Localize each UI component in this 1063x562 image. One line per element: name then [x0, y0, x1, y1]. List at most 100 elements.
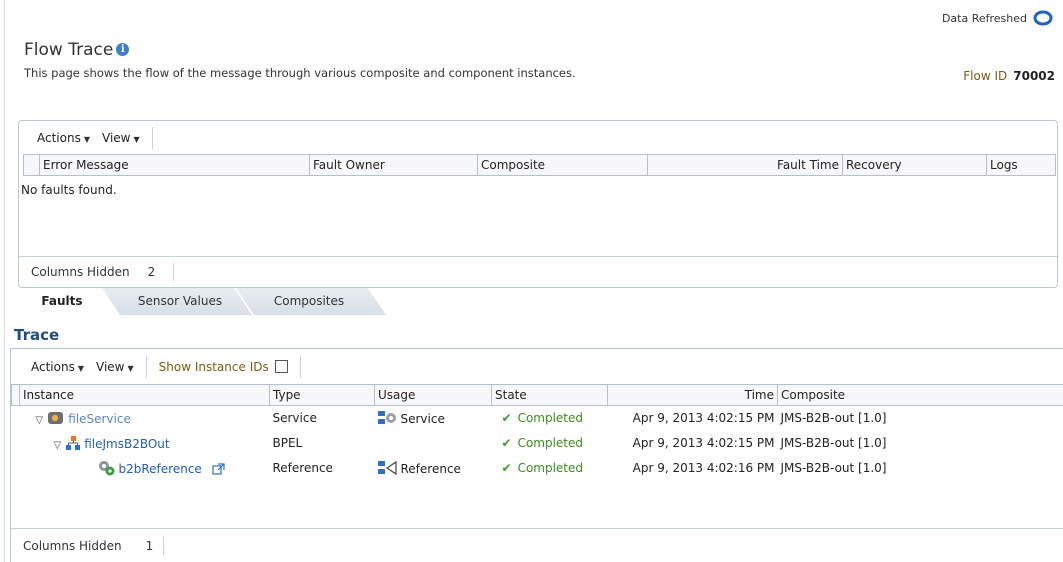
instance-link[interactable]: b2bReference	[119, 462, 202, 476]
instance-cell: ▽ fileJmsB2BOut	[20, 431, 270, 455]
columns-hidden-count[interactable]: 2	[148, 265, 156, 279]
reference-icon	[377, 460, 397, 476]
table-row[interactable]: ▽ fileJmsB2BOut BPEL ✔ Completed Apr 9, 20…	[12, 431, 1063, 455]
caret-down-icon: ▼	[127, 363, 134, 373]
caret-down-icon: ▼	[133, 134, 140, 144]
faults-view-label: View	[102, 130, 131, 145]
state-cell: ✔ Completed	[492, 431, 608, 455]
expand-triangle-icon[interactable]: ▽	[36, 415, 44, 426]
instance-cell: b2bReference	[20, 455, 270, 482]
toolbar-divider	[299, 355, 301, 378]
caret-down-icon: ▼	[83, 134, 90, 144]
trace-actions-menu[interactable]: Actions ▼	[31, 360, 84, 374]
col-composite[interactable]: Composite	[477, 154, 648, 176]
expand-triangle-icon[interactable]: ▽	[54, 440, 62, 451]
faults-status-bar: Columns Hidden 2	[19, 256, 1057, 287]
type-cell: Service	[272, 411, 317, 426]
composite-cell: JMS-B2B-out [1.0]	[780, 461, 887, 475]
faults-header-row: Error Message Fault Owner Composite Faul…	[23, 154, 1056, 176]
trace-view-menu[interactable]: View ▼	[96, 360, 134, 374]
faults-actions-label: Actions	[37, 130, 81, 145]
usage-cell: Reference	[375, 455, 492, 482]
check-icon: ✔	[501, 411, 512, 426]
type-cell: BPEL	[272, 435, 303, 450]
tab-composites[interactable]: Composites	[254, 288, 364, 315]
check-icon: ✔	[501, 461, 512, 475]
state-label: Completed	[517, 461, 584, 475]
caret-down-icon: ▼	[77, 363, 84, 373]
tab-sensor-values[interactable]: Sensor Values	[120, 288, 240, 315]
col-recovery[interactable]: Recovery	[842, 154, 987, 176]
row-selector-header	[23, 154, 40, 176]
reference-icon	[98, 461, 114, 476]
col-error-message[interactable]: Error Message	[39, 154, 310, 176]
col-fault-time[interactable]: Fault Time	[647, 154, 843, 176]
table-row[interactable]: b2bReference Reference Reference ✔ Comple…	[12, 455, 1063, 482]
columns-hidden-label: Columns Hidden	[31, 265, 130, 279]
state-cell: ✔ Completed	[492, 455, 608, 482]
trace-status-bar: Columns Hidden 1	[11, 528, 1063, 562]
toolbar-divider	[145, 355, 147, 378]
page-left-border	[4, 0, 5, 562]
instance-link[interactable]: fileService	[68, 412, 131, 426]
col-type[interactable]: Type	[269, 384, 375, 406]
info-icon[interactable]: i	[116, 43, 130, 56]
composite-cell: JMS-B2B-out [1.0]	[780, 411, 887, 426]
col-state[interactable]: State	[491, 384, 608, 406]
trace-toolbar: Actions ▼ View ▼ Show Instance IDs	[11, 349, 1063, 384]
instance-cell: ▽ fileService	[20, 406, 270, 431]
external-link-icon[interactable]	[212, 463, 225, 476]
toolbar-divider	[151, 126, 153, 149]
state-cell: ✔ Completed	[492, 406, 608, 431]
trace-header-row: Instance Type Usage State Time Composite	[11, 384, 1063, 406]
flow-id: Flow ID 70002	[963, 69, 1055, 83]
col-time[interactable]: Time	[607, 384, 778, 406]
status-divider	[163, 536, 165, 555]
composite-cell: JMS-B2B-out [1.0]	[780, 435, 887, 450]
page-title-text: Flow Trace	[24, 40, 114, 60]
faults-view-menu[interactable]: View ▼	[102, 131, 140, 145]
col-usage[interactable]: Usage	[374, 384, 492, 406]
state-label: Completed	[517, 435, 584, 450]
usage-label: Reference	[400, 462, 461, 476]
page-description: This page shows the flow of the message …	[24, 66, 576, 80]
show-instance-ids-toggle[interactable]: Show Instance IDs	[159, 359, 288, 374]
detail-tabs: Faults Sensor Values Composites	[18, 288, 618, 316]
time-cell: Apr 9, 2013 4:02:16 PM	[632, 461, 775, 475]
col-fault-owner[interactable]: Fault Owner	[309, 154, 478, 176]
columns-hidden-count[interactable]: 1	[146, 539, 154, 553]
trace-actions-label: Actions	[31, 359, 75, 374]
type-cell: Reference	[272, 461, 333, 475]
check-icon: ✔	[501, 435, 512, 450]
instance-link[interactable]: fileJmsB2BOut	[84, 437, 169, 451]
trace-view-label: View	[96, 359, 125, 374]
data-refreshed-label: Data Refreshed	[941, 12, 1027, 25]
service-icon	[48, 412, 64, 425]
page-title: Flow Trace i	[24, 40, 130, 60]
faults-toolbar: Actions ▼ View ▼	[19, 121, 1057, 154]
faults-panel: Actions ▼ View ▼ Error Message Fault Owner…	[18, 120, 1058, 288]
flow-id-label: Flow ID	[963, 69, 1008, 83]
usage-cell: Service	[375, 406, 492, 431]
trace-panel: Actions ▼ View ▼ Show Instance IDs Instanc…	[10, 348, 1063, 562]
columns-hidden-label: Columns Hidden	[23, 538, 122, 553]
refresh-icon[interactable]	[1033, 9, 1053, 27]
col-logs[interactable]: Logs	[986, 154, 1056, 176]
status-divider	[173, 263, 175, 281]
flow-id-value: 70002	[1013, 69, 1055, 83]
trace-table: Instance Type Usage State Time Composite…	[11, 384, 1063, 482]
checkbox-icon[interactable]	[274, 359, 288, 373]
time-cell: Apr 9, 2013 4:02:15 PM	[632, 435, 775, 450]
faults-empty-message: No faults found.	[21, 183, 117, 197]
col-composite[interactable]: Composite	[777, 384, 1063, 406]
bpel-component-icon	[66, 435, 81, 450]
row-selector-header	[11, 384, 20, 406]
state-label: Completed	[517, 411, 584, 426]
faults-actions-menu[interactable]: Actions ▼	[37, 131, 90, 145]
time-cell: Apr 9, 2013 4:02:15 PM	[632, 411, 775, 426]
col-instance[interactable]: Instance	[19, 384, 270, 406]
trace-heading: Trace	[14, 326, 60, 344]
table-row[interactable]: ▽ fileService Service Service ✔ Completed …	[12, 406, 1063, 431]
tab-faults[interactable]: Faults	[18, 288, 106, 315]
usage-cell	[375, 431, 492, 455]
